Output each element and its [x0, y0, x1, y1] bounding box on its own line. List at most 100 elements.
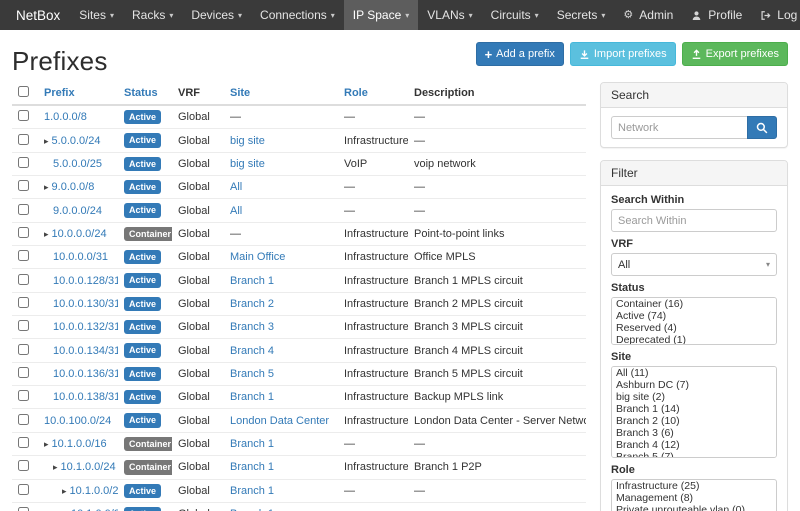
row-checkbox[interactable]: [18, 274, 29, 285]
prefix-link[interactable]: 9.0.0.0/24: [53, 205, 102, 217]
prefix-link[interactable]: 9.0.0.0/8: [52, 181, 95, 193]
vrf-select[interactable]: All▾: [611, 253, 777, 276]
role-listbox[interactable]: Infrastructure (25)Management (8)Private…: [611, 479, 777, 511]
nav-item-connections[interactable]: Connections▾: [251, 0, 344, 30]
sort-link-site[interactable]: Site: [230, 87, 250, 99]
prefix-link[interactable]: 1.0.0.0/8: [44, 111, 87, 123]
site-link[interactable]: Branch 1: [230, 461, 274, 473]
site-link[interactable]: Branch 2: [230, 298, 274, 310]
expand-icon[interactable]: ▸: [44, 439, 49, 449]
import-prefixes-button[interactable]: Import prefixes: [570, 42, 676, 66]
row-checkbox[interactable]: [18, 297, 29, 308]
listbox-option[interactable]: Ashburn DC (7): [612, 379, 776, 391]
select-all-checkbox[interactable]: [18, 86, 29, 97]
listbox-option[interactable]: Branch 1 (14): [612, 403, 776, 415]
listbox-option[interactable]: Branch 3 (6): [612, 427, 776, 439]
site-link[interactable]: Branch 1: [230, 275, 274, 287]
site-link[interactable]: Branch 1: [230, 391, 274, 403]
listbox-option[interactable]: Branch 4 (12): [612, 439, 776, 451]
expand-icon[interactable]: ▸: [44, 229, 49, 239]
row-checkbox[interactable]: [18, 484, 29, 495]
listbox-option[interactable]: Reserved (4): [612, 322, 776, 334]
site-link[interactable]: big site: [230, 158, 265, 170]
expand-icon[interactable]: ▸: [44, 136, 49, 146]
row-checkbox[interactable]: [18, 180, 29, 191]
search-input[interactable]: [611, 116, 747, 139]
status-listbox[interactable]: Container (16)Active (74)Reserved (4)Dep…: [611, 297, 777, 345]
row-checkbox[interactable]: [18, 414, 29, 425]
row-checkbox[interactable]: [18, 134, 29, 145]
listbox-option[interactable]: Container (16): [612, 298, 776, 310]
nav-item-log-out[interactable]: Log out: [751, 0, 800, 30]
site-link[interactable]: Main Office: [230, 251, 285, 263]
search-within-input[interactable]: [611, 209, 777, 232]
listbox-option[interactable]: Deprecated (1): [612, 334, 776, 345]
prefix-link[interactable]: 10.0.0.0/31: [53, 251, 108, 263]
row-checkbox[interactable]: [18, 437, 29, 448]
row-checkbox[interactable]: [18, 344, 29, 355]
listbox-option[interactable]: Management (8): [612, 492, 776, 504]
prefix-link[interactable]: 10.0.0.128/31: [53, 275, 118, 287]
app-logo[interactable]: NetBox: [6, 0, 70, 30]
site-link[interactable]: Branch 4: [230, 345, 274, 357]
site-link[interactable]: Branch 3: [230, 321, 274, 333]
sort-link-role[interactable]: Role: [344, 87, 368, 99]
row-checkbox[interactable]: [18, 250, 29, 261]
listbox-option[interactable]: Active (74): [612, 310, 776, 322]
add-a-prefix-button[interactable]: +Add a prefix: [476, 42, 564, 66]
row-checkbox[interactable]: [18, 157, 29, 168]
site-link[interactable]: Branch 5: [230, 368, 274, 380]
nav-item-circuits[interactable]: Circuits▾: [482, 0, 548, 30]
expand-icon[interactable]: ▸: [44, 182, 49, 192]
listbox-option[interactable]: Branch 5 (7): [612, 451, 776, 458]
prefix-link[interactable]: 10.0.0.136/31: [53, 368, 118, 380]
site-link[interactable]: Branch 1: [230, 485, 274, 497]
sort-link-status[interactable]: Status: [124, 87, 158, 99]
prefix-link[interactable]: 10.0.0.132/31: [53, 321, 118, 333]
listbox-option[interactable]: All (11): [612, 367, 776, 379]
nav-item-admin[interactable]: ⚙Admin: [614, 0, 682, 30]
row-checkbox[interactable]: [18, 227, 29, 238]
nav-item-racks[interactable]: Racks▾: [123, 0, 182, 30]
row-checkbox[interactable]: [18, 460, 29, 471]
site-link[interactable]: Branch 1: [230, 438, 274, 450]
nav-item-devices[interactable]: Devices▾: [182, 0, 251, 30]
prefix-link[interactable]: 10.0.0.138/31: [53, 391, 118, 403]
expand-icon[interactable]: ▸: [62, 486, 67, 496]
row-checkbox[interactable]: [18, 390, 29, 401]
nav-item-vlans[interactable]: VLANs▾: [418, 0, 481, 30]
nav-item-profile[interactable]: Profile: [682, 0, 751, 30]
prefix-link[interactable]: 10.0.0.134/31: [53, 345, 118, 357]
prefix-link[interactable]: 10.0.0.0/24: [52, 228, 107, 240]
sort-link-prefix[interactable]: Prefix: [44, 87, 75, 99]
nav-item-sites[interactable]: Sites▾: [70, 0, 123, 30]
prefix-link[interactable]: 10.1.0.0/16: [52, 438, 107, 450]
site-link[interactable]: All: [230, 181, 242, 193]
row-checkbox[interactable]: [18, 110, 29, 121]
site-link[interactable]: London Data Center: [230, 415, 329, 427]
expand-icon[interactable]: ▸: [53, 462, 58, 472]
prefix-link[interactable]: 5.0.0.0/25: [53, 158, 102, 170]
listbox-option[interactable]: Infrastructure (25): [612, 480, 776, 492]
prefix-link[interactable]: 10.0.0.130/31: [53, 298, 118, 310]
listbox-option[interactable]: Private unrouteable vlan (0): [612, 504, 776, 511]
site-link[interactable]: big site: [230, 135, 265, 147]
nav-item-secrets[interactable]: Secrets▾: [548, 0, 615, 30]
nav-item-ip-space[interactable]: IP Space▾: [344, 0, 419, 30]
site-listbox[interactable]: All (11)Ashburn DC (7)big site (2)Branch…: [611, 366, 777, 458]
row-checkbox[interactable]: [18, 507, 29, 511]
row-checkbox[interactable]: [18, 320, 29, 331]
search-button[interactable]: [747, 116, 777, 139]
prefix-link[interactable]: 5.0.0.0/24: [52, 135, 101, 147]
listbox-option[interactable]: big site (2): [612, 391, 776, 403]
prefix-link[interactable]: 10.0.100.0/24: [44, 415, 111, 427]
row-checkbox[interactable]: [18, 204, 29, 215]
prefix-link[interactable]: 10.1.0.0/25: [70, 485, 118, 497]
column-header-prefix: Prefix: [38, 82, 118, 105]
checkbox-cell: [12, 432, 38, 455]
export-prefixes-button[interactable]: Export prefixes: [682, 42, 788, 66]
prefix-link[interactable]: 10.1.0.0/24: [61, 461, 116, 473]
listbox-option[interactable]: Branch 2 (10): [612, 415, 776, 427]
site-link[interactable]: All: [230, 205, 242, 217]
row-checkbox[interactable]: [18, 367, 29, 378]
